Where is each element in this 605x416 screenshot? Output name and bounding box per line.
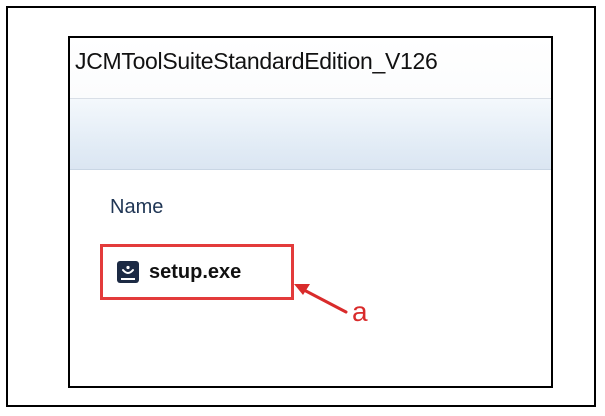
explorer-window: JCMToolSuiteStandardEdition_V126 Name se… [68, 36, 553, 388]
file-item-setup[interactable]: setup.exe [100, 244, 294, 300]
window-title: JCMToolSuiteStandardEdition_V126 [75, 48, 438, 74]
file-name: setup.exe [149, 260, 242, 283]
callout-arrow-icon [294, 284, 348, 314]
column-header-name[interactable]: Name [110, 196, 163, 219]
installer-icon [117, 261, 139, 283]
title-bar: JCMToolSuiteStandardEdition_V126 [70, 38, 551, 98]
callout-label: a [352, 296, 368, 327]
toolbar [70, 99, 551, 170]
